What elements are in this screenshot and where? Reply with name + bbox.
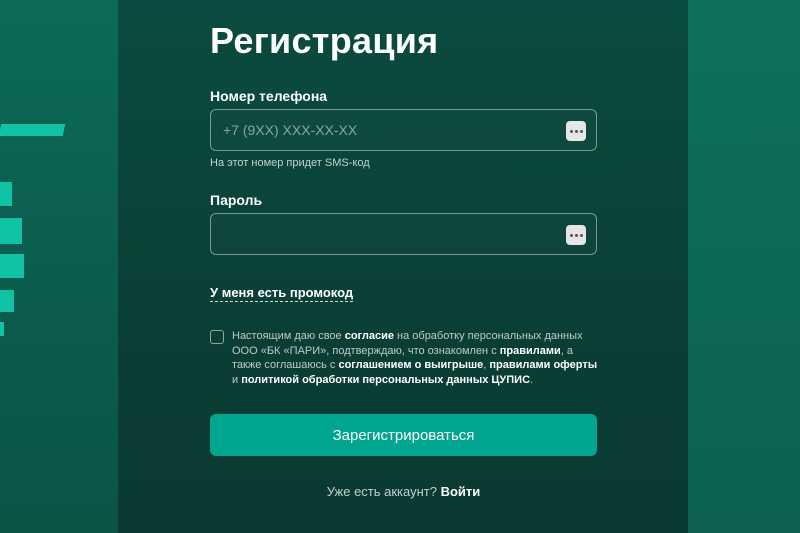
consent-text-part: и [232, 373, 242, 386]
offer-rules-link[interactable]: правилами оферты [489, 359, 597, 371]
decor-stripe [0, 218, 22, 244]
privacy-policy-link[interactable]: политикой обработки персональных данных … [241, 374, 530, 386]
page-title: Регистрация [210, 20, 439, 61]
password-manager-icon[interactable] [566, 121, 586, 141]
password-field [210, 213, 597, 255]
consent-checkbox[interactable] [210, 330, 224, 344]
password-manager-icon[interactable] [566, 225, 586, 245]
promo-code-link[interactable]: У меня есть промокод [210, 285, 354, 302]
decor-stripe [0, 124, 66, 136]
consent-text-part: . [530, 373, 534, 386]
have-account-text: Уже есть аккаунт? [326, 484, 441, 499]
decor-stripe [0, 182, 12, 206]
consent-text-part: Настоящим даю свое [232, 330, 345, 342]
phone-label: Номер телефона [210, 88, 328, 104]
login-prompt: Уже есть аккаунт? Войти [210, 484, 597, 499]
left-decoration [0, 0, 118, 533]
decor-stripe [0, 290, 14, 312]
password-label: Пароль [210, 192, 263, 208]
registration-panel: Регистрация Номер телефона На этот номер… [118, 0, 688, 533]
winnings-agreement-link[interactable]: соглашением о выигрыше [338, 359, 483, 371]
consent-text: Настоящим даю свое согласие на обработку… [232, 329, 604, 387]
decor-stripe [0, 254, 24, 278]
phone-input[interactable] [211, 110, 596, 150]
phone-hint: На этот номер придет SMS-код [210, 157, 370, 169]
phone-field [210, 109, 597, 151]
login-link[interactable]: Войти [441, 484, 481, 499]
password-input[interactable] [211, 214, 596, 254]
register-button[interactable]: Зарегистрироваться [210, 414, 597, 456]
rules-link[interactable]: правилами [500, 345, 561, 357]
right-decoration [688, 0, 800, 533]
consent-link[interactable]: согласие [345, 330, 394, 342]
decor-stripe [0, 322, 4, 336]
